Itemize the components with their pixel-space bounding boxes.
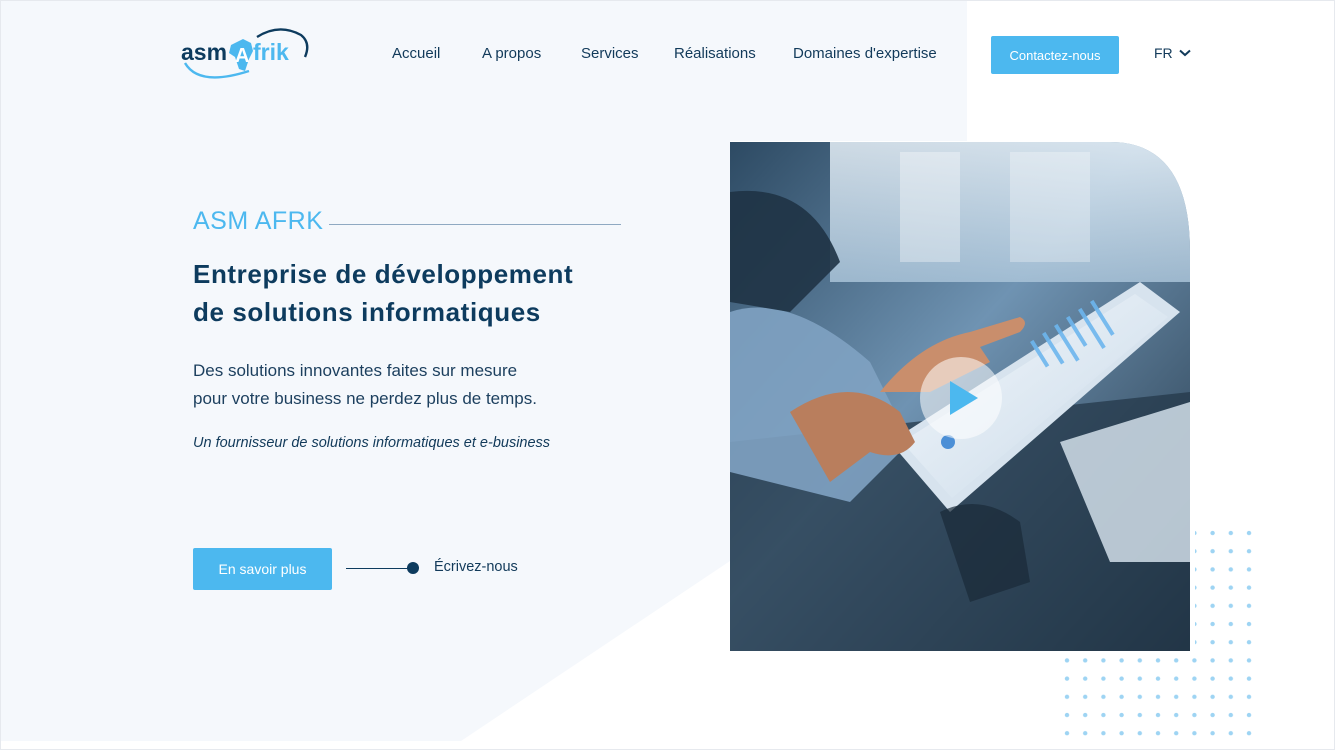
play-video-button[interactable]: [920, 357, 1002, 439]
title-line-2: de solutions informatiques: [193, 297, 541, 327]
play-icon: [950, 381, 978, 415]
write-connector-dot: [407, 562, 419, 574]
logo-text-left: asm: [181, 39, 227, 65]
hero-eyebrow: ASM AFRK: [193, 207, 324, 235]
language-selector[interactable]: FR: [1154, 45, 1191, 61]
logo-mark: asm A frik: [181, 28, 309, 79]
learn-more-button[interactable]: En savoir plus: [193, 548, 332, 590]
nav-item-a-propos[interactable]: A propos: [482, 45, 541, 62]
language-label: FR: [1154, 45, 1173, 61]
page-title: Entreprise de développement de solutions…: [193, 255, 653, 331]
nav-item-services[interactable]: Services: [581, 45, 639, 62]
nav-item-accueil[interactable]: Accueil: [392, 45, 440, 62]
description-line-1: Des solutions innovantes faites sur mesu…: [193, 361, 518, 380]
chevron-down-icon: [1179, 49, 1191, 57]
write-connector-line: [346, 568, 409, 569]
title-line-1: Entreprise de développement: [193, 259, 574, 289]
page-frame: asm A frik Accueil A propos Services Réa…: [0, 0, 1335, 750]
logo-letter-a: A: [235, 45, 249, 67]
nav-item-domaines[interactable]: Domaines d'expertise: [793, 45, 937, 62]
nav-item-realisations[interactable]: Réalisations: [674, 45, 756, 62]
description-line-2: pour votre business ne perdez plus de te…: [193, 389, 537, 408]
hero-tagline: Un fournisseur de solutions informatique…: [193, 435, 551, 451]
logo[interactable]: asm A frik: [179, 27, 311, 83]
write-to-us-link[interactable]: Écrivez-nous: [434, 559, 518, 575]
contact-button[interactable]: Contactez-nous: [991, 36, 1119, 74]
eyebrow-divider: [329, 224, 621, 225]
hero-description: Des solutions innovantes faites sur mesu…: [193, 357, 613, 413]
logo-text-right: frik: [253, 39, 289, 65]
